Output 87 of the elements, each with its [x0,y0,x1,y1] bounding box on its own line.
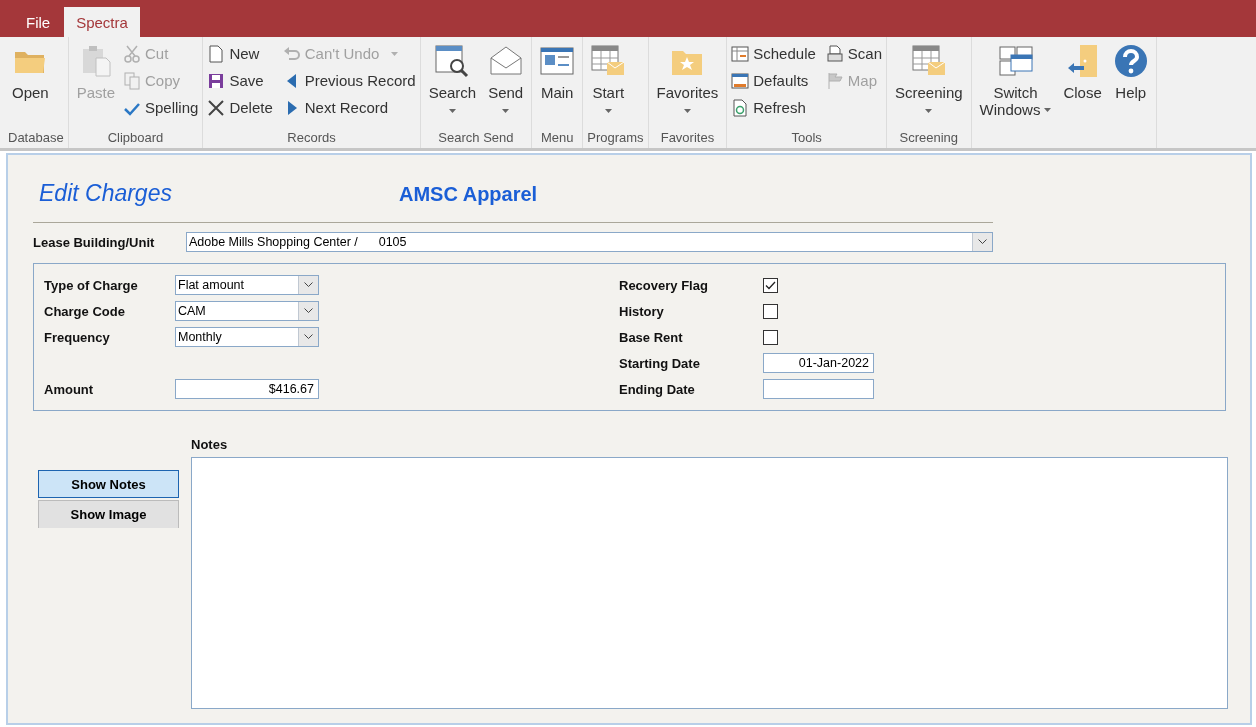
ribbon-button[interactable]: Schedule [731,40,816,67]
group-label: Database [8,129,64,147]
help-icon [1113,44,1148,78]
checkbox[interactable] [763,329,778,345]
notes-label: Notes [191,437,229,452]
envelope-icon [488,44,523,78]
ribbon-button[interactable]: Close [1059,40,1106,128]
dropdown-field[interactable]: Flat amount [175,275,319,295]
date-field[interactable] [763,379,874,399]
ribbon-button[interactable]: Next Record [282,94,416,121]
field-label: Starting Date [619,355,701,371]
scissors-icon [123,44,141,63]
field-label: Frequency [44,329,111,345]
ribbon-button[interactable]: Previous Record [282,67,416,94]
group-label: Records [286,129,337,147]
dropdown-field[interactable]: CAM [175,301,319,321]
group-label: Tools [790,129,823,147]
caret-icon [683,109,691,113]
tenant-name: AMSC Apparel [399,181,538,207]
ribbon-button[interactable]: Switch Windows [975,40,1056,128]
date-field[interactable]: 01-Jan-2022 [763,353,874,373]
search-icon [435,44,470,78]
view-button[interactable]: Show Image [38,500,179,528]
chevron-down-icon [304,334,313,340]
save-icon [207,71,226,90]
document-icon [207,44,226,63]
chevron-down-icon [304,308,313,314]
checkbox[interactable] [763,303,778,319]
checkbox[interactable] [763,277,778,293]
view-button[interactable]: Show Notes [38,470,179,498]
ribbon-button[interactable]: Screening [891,40,967,128]
ribbon-button[interactable]: New [207,40,273,67]
group-label: Search Send [437,129,515,147]
table-envelope-icon [591,44,626,78]
ribbon-button[interactable]: Search [424,40,481,128]
caret-icon [391,51,399,56]
amount-field[interactable]: $416.67 [175,379,319,399]
notes-field[interactable] [191,457,1228,709]
ribbon-button[interactable]: Refresh [731,94,816,121]
group-label: Menu [539,129,575,147]
field-label: Amount [44,381,95,397]
field-label: Type of Charge [44,277,139,293]
ribbon-button[interactable]: Main [536,40,579,128]
id-card-icon [540,44,575,78]
scanner-icon [825,44,844,63]
copy-icon [123,71,141,90]
field-label: Recovery Flag [619,277,709,293]
group-label: Screening [898,129,960,147]
ribbon-button[interactable]: Delete [207,94,273,121]
group-label: Clipboard [106,129,165,147]
windows-icon [998,44,1033,78]
map-icon [825,71,844,90]
ribbon-button[interactable]: Favorites [652,40,723,128]
undo-icon [282,44,301,63]
dropdown-field[interactable]: Monthly [175,327,319,347]
caret-icon [1044,107,1052,112]
group-label: Programs [587,129,644,147]
caret-icon [448,109,456,113]
field-label: Base Rent [619,329,684,345]
ribbon-button[interactable]: Defaults [731,67,816,94]
ribbon-button[interactable]: Save [207,67,273,94]
chevron-down-icon [304,282,313,288]
ribbon-button[interactable]: Start [587,40,630,128]
field-label: Ending Date [619,381,696,397]
ribbon-button[interactable]: Help [1109,40,1152,128]
ribbon-button[interactable]: Scan [825,40,883,67]
form-title: Edit Charges [39,178,173,208]
chevron-down-icon [978,239,987,245]
defaults-icon [731,71,750,90]
schedule-icon [731,44,750,63]
caret-icon [502,109,510,113]
checkmark-icon [765,280,776,290]
ribbon-tab[interactable]: Spectra [64,7,140,37]
caret-icon [925,109,933,113]
ribbon-button[interactable]: Open [8,40,53,128]
ribbon-button[interactable]: Send [484,40,528,128]
field-label: Lease Building/Unit [33,234,156,250]
caret-icon [604,109,612,113]
ribbon-tab[interactable]: File [14,7,63,37]
ribbon-button[interactable]: Spelling [123,94,199,121]
table-envelope-icon [911,44,946,78]
field-label: History [619,303,665,319]
field-label: Charge Code [44,303,126,319]
refresh-icon [731,98,750,117]
delete-icon [207,98,226,117]
group-label: Favorites [659,129,716,147]
lease-combobox[interactable]: Adobe Mills Shopping Center / 0105 [186,232,993,252]
